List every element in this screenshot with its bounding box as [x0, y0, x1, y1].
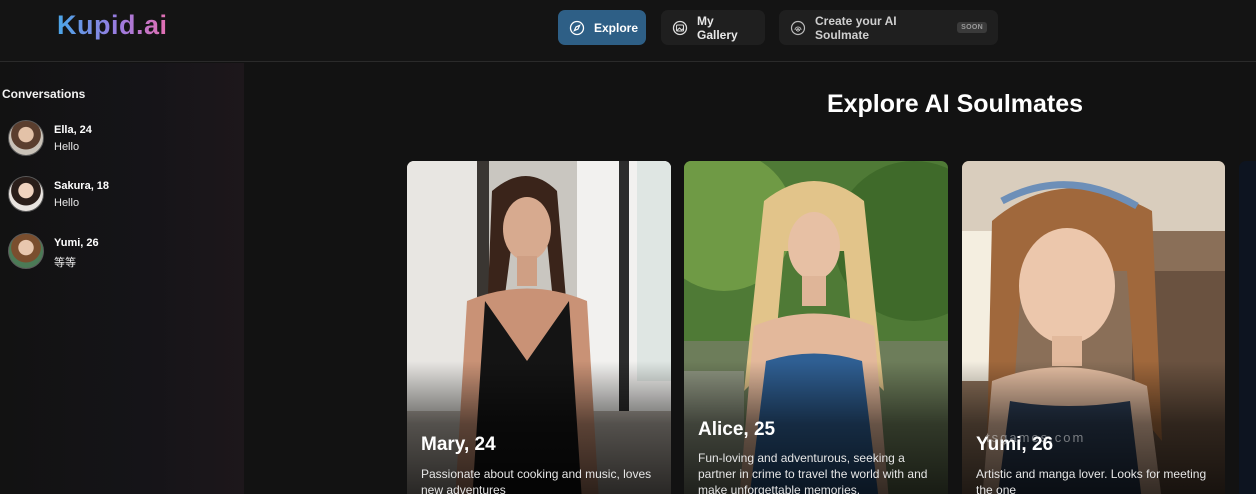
conversation-name: Ella, 24: [54, 124, 92, 136]
conversation-item-sakura[interactable]: Sakura, 18 Hello: [8, 176, 208, 216]
conversation-item-yumi[interactable]: Yumi, 26 等等: [8, 233, 208, 273]
conversation-name: Yumi, 26: [54, 237, 99, 249]
compass-icon: [569, 20, 585, 35]
soulmate-description: Artistic and manga lover. Looks for meet…: [976, 467, 1207, 494]
soon-badge: SOON: [957, 22, 987, 33]
sidebar-title: Conversations: [2, 87, 86, 101]
soulmate-card-mary[interactable]: Mary, 24 Passionate about cooking and mu…: [407, 161, 671, 494]
soulmate-card-partial[interactable]: [1239, 161, 1256, 494]
soulmate-card-alice[interactable]: Alice, 25 Fun-loving and adventurous, se…: [684, 161, 948, 494]
top-navigation-bar: Kupid.ai Explore My Gallery Create your …: [0, 0, 1256, 62]
kupid-logo[interactable]: Kupid.ai: [57, 10, 168, 41]
nav-create-soulmate-button[interactable]: Create your AI Soulmate SOON: [779, 10, 998, 45]
conversation-name: Sakura, 18: [54, 180, 110, 192]
soulmate-name: Alice, 25: [698, 419, 776, 440]
nav-gallery-label: My Gallery: [697, 13, 738, 42]
fingerprint-icon: [790, 20, 806, 35]
soulmate-description: Fun-loving and adventurous, seeking a pa…: [698, 451, 928, 494]
nav-explore-button[interactable]: Explore: [558, 10, 646, 45]
conversation-last-message: 等等: [54, 257, 76, 269]
nav-create-label: Create your AI Soulmate: [815, 13, 897, 42]
soulmate-name: Mary, 24: [421, 434, 496, 455]
watermark: tsgames.com: [986, 430, 1086, 445]
conversation-last-message: Hello: [54, 197, 80, 209]
nav-gallery-button[interactable]: My Gallery: [661, 10, 765, 45]
avatar: [8, 120, 44, 156]
soulmate-description: Passionate about cooking and music, love…: [421, 467, 652, 494]
page-title: Explore AI Soulmates: [826, 90, 1084, 118]
nav-explore-label: Explore: [594, 20, 639, 35]
conversation-last-message: Hello: [54, 141, 80, 153]
conversation-item-ella[interactable]: Ella, 24 Hello: [8, 120, 208, 160]
gallery-icon: [672, 20, 688, 35]
avatar: [8, 176, 44, 212]
avatar: [8, 233, 44, 269]
conversations-sidebar: Conversations Ella, 24 Hello Sakura, 18 …: [0, 63, 244, 494]
